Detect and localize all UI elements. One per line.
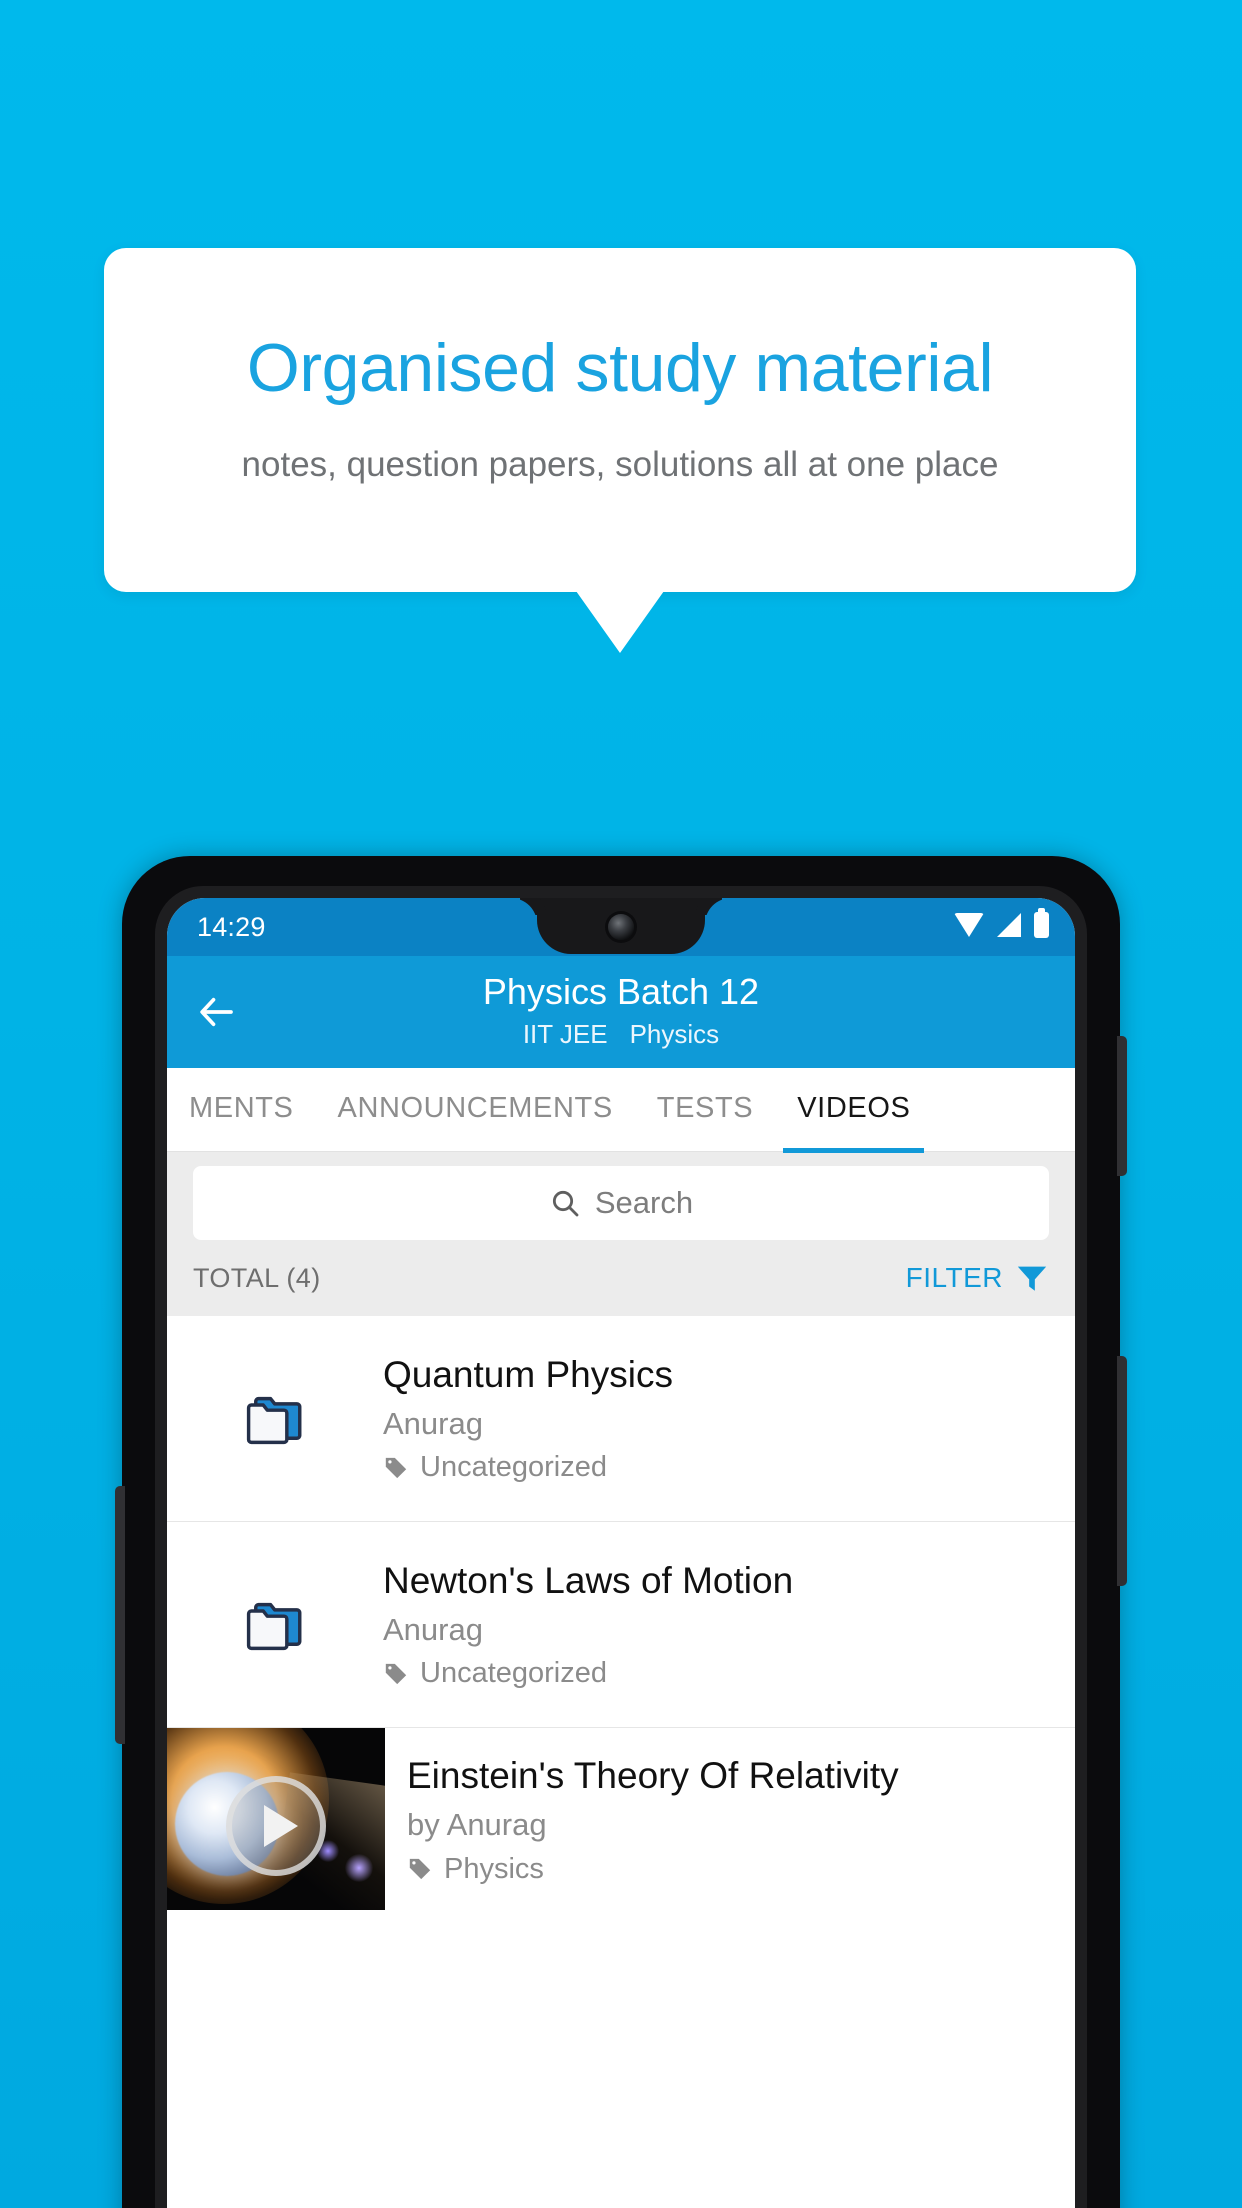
wifi-icon [954,913,984,937]
total-count-label: TOTAL (4) [193,1262,321,1293]
tag-icon [383,1455,409,1481]
status-time: 14:29 [197,912,266,942]
page-subtitle: IIT JEE Physics [167,1019,1075,1050]
video-thumbnail[interactable] [167,1728,385,1910]
content-list: Quantum Physics Anurag Uncategorized New… [167,1316,1075,1910]
page-title: Physics Batch 12 [482,971,760,1012]
tab-tests[interactable]: TESTS [657,1092,753,1127]
phone-button-power[interactable] [1117,1356,1127,1586]
list-item-tag: Uncategorized [383,1657,793,1690]
promo-screenshot: Organised study material notes, question… [0,0,1242,2208]
tab-announcements[interactable]: ANNOUNCEMENTS [338,1092,613,1127]
list-item-body: Einstein's Theory Of Relativity by Anura… [385,1728,919,1910]
tag-label: Uncategorized [420,1657,607,1690]
list-item-title: Newton's Laws of Motion [383,1559,794,1601]
list-item[interactable]: Quantum Physics Anurag Uncategorized [167,1316,1075,1522]
subtitle-exam: IIT JEE [522,1019,608,1049]
search-input[interactable]: Search [193,1166,1049,1240]
list-item-tag: Uncategorized [383,1451,673,1484]
filter-funnel-icon [1015,1261,1049,1295]
tab-bar: MENTS ANNOUNCEMENTS TESTS VIDEOS [167,1068,1075,1153]
search-placeholder: Search [594,1185,694,1220]
summary-bar: TOTAL (4) FILTER [167,1240,1075,1316]
folder-icon [167,1386,383,1452]
front-camera-icon [608,914,634,940]
list-item-tag: Physics [407,1853,899,1886]
promo-title: Organised study material [246,330,994,406]
phone-button-volume[interactable] [1117,1036,1127,1176]
list-item-author: by Anurag [407,1807,547,1843]
phone-mockup: 14:29 Physics Batch 12 IIT JEE Physics M… [115,856,1127,2208]
phone-button-left[interactable] [115,1486,125,1744]
tag-icon [383,1661,409,1687]
phone-screen: 14:29 Physics Batch 12 IIT JEE Physics M… [167,898,1075,2208]
list-item-body: Newton's Laws of Motion Anurag Uncategor… [383,1559,813,1691]
search-zone: Search [167,1152,1075,1240]
signal-icon [997,913,1021,937]
promo-subtitle: notes, question papers, solutions all at… [241,445,999,484]
battery-icon [1034,908,1049,938]
list-item-title: Quantum Physics [383,1353,673,1395]
promo-card: Organised study material notes, question… [104,248,1136,592]
phone-bezel: 14:29 Physics Batch 12 IIT JEE Physics M… [155,886,1087,2208]
tag-label: Physics [444,1852,544,1885]
tab-videos[interactable]: VIDEOS [783,1092,925,1153]
list-item[interactable]: Einstein's Theory Of Relativity by Anura… [167,1728,1075,1910]
folder-icon [167,1592,383,1658]
tag-icon [407,1856,433,1882]
list-item-author: Anurag [383,1406,483,1442]
filter-button[interactable]: FILTER [906,1261,1049,1295]
list-item-author: Anurag [383,1612,483,1648]
status-icons [954,908,1049,938]
thumbnail-spark [345,1854,373,1882]
play-icon[interactable] [226,1776,326,1877]
subtitle-subject: Physics [629,1019,720,1049]
promo-card-tail [576,591,664,653]
list-item-title: Einstein's Theory Of Relativity [407,1755,899,1796]
app-bar: Physics Batch 12 IIT JEE Physics [167,956,1075,1068]
search-icon [549,1187,581,1219]
tag-label: Uncategorized [420,1451,607,1484]
list-item[interactable]: Newton's Laws of Motion Anurag Uncategor… [167,1522,1075,1728]
filter-label: FILTER [905,1262,1003,1293]
list-item-body: Quantum Physics Anurag Uncategorized [383,1353,693,1485]
phone-notch [537,898,705,954]
tab-assignments[interactable]: MENTS [189,1092,294,1127]
